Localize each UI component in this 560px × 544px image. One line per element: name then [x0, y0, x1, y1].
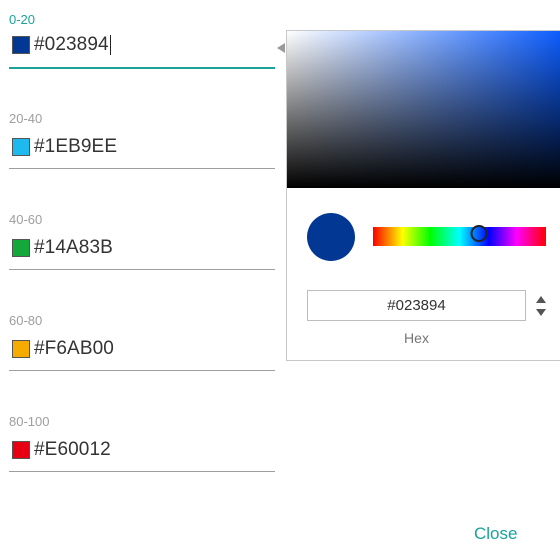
chevron-down-icon[interactable]	[536, 309, 546, 316]
range-value-row[interactable]: #14A83B	[9, 233, 113, 263]
range-label: 0-20	[9, 12, 36, 27]
hex-input[interactable]: #1EB9EE	[34, 136, 117, 158]
input-underline	[9, 269, 275, 270]
close-button[interactable]: Close	[474, 524, 517, 544]
text-caret	[109, 35, 111, 55]
color-swatch[interactable]	[12, 138, 30, 156]
popover-arrow	[277, 43, 285, 53]
range-label: 60-80	[9, 313, 43, 328]
format-toggle-stepper[interactable]	[535, 295, 547, 317]
hex-value-input[interactable]: #023894	[307, 290, 526, 321]
color-preview-circle	[307, 213, 355, 261]
input-underline	[9, 471, 275, 472]
hue-slider[interactable]	[373, 225, 546, 246]
color-picker-popover: #023894 Hex	[286, 30, 560, 361]
hex-input[interactable]: #14A83B	[34, 237, 113, 259]
range-field-20-40[interactable]: 20-40 #1EB9EE	[9, 111, 275, 169]
color-swatch[interactable]	[12, 36, 30, 54]
hex-input[interactable]: #023894	[34, 34, 109, 56]
input-underline	[9, 370, 275, 371]
hex-input[interactable]: #F6AB00	[34, 338, 114, 360]
range-label: 80-100	[9, 414, 50, 429]
chevron-up-icon[interactable]	[536, 296, 546, 303]
saturation-brightness-area[interactable]	[287, 31, 560, 188]
range-field-80-100[interactable]: 80-100 #E60012	[9, 414, 275, 472]
range-field-40-60[interactable]: 40-60 #14A83B	[9, 212, 275, 270]
range-value-row[interactable]: #1EB9EE	[9, 132, 117, 162]
range-field-60-80[interactable]: 60-80 #F6AB00	[9, 313, 275, 371]
range-label: 20-40	[9, 111, 43, 126]
range-label: 40-60	[9, 212, 43, 227]
range-field-0-20[interactable]: 0-20 #023894	[9, 12, 275, 70]
color-swatch[interactable]	[12, 239, 30, 257]
color-swatch[interactable]	[12, 441, 30, 459]
range-value-row[interactable]: #E60012	[9, 435, 111, 465]
color-swatch[interactable]	[12, 340, 30, 358]
hue-slider-thumb[interactable]	[470, 225, 488, 242]
input-underline	[9, 168, 275, 169]
input-underline	[9, 67, 275, 69]
range-value-row[interactable]: #023894	[9, 30, 111, 60]
hex-input[interactable]: #E60012	[34, 439, 111, 461]
range-value-row[interactable]: #F6AB00	[9, 334, 114, 364]
format-label: Hex	[404, 330, 429, 346]
